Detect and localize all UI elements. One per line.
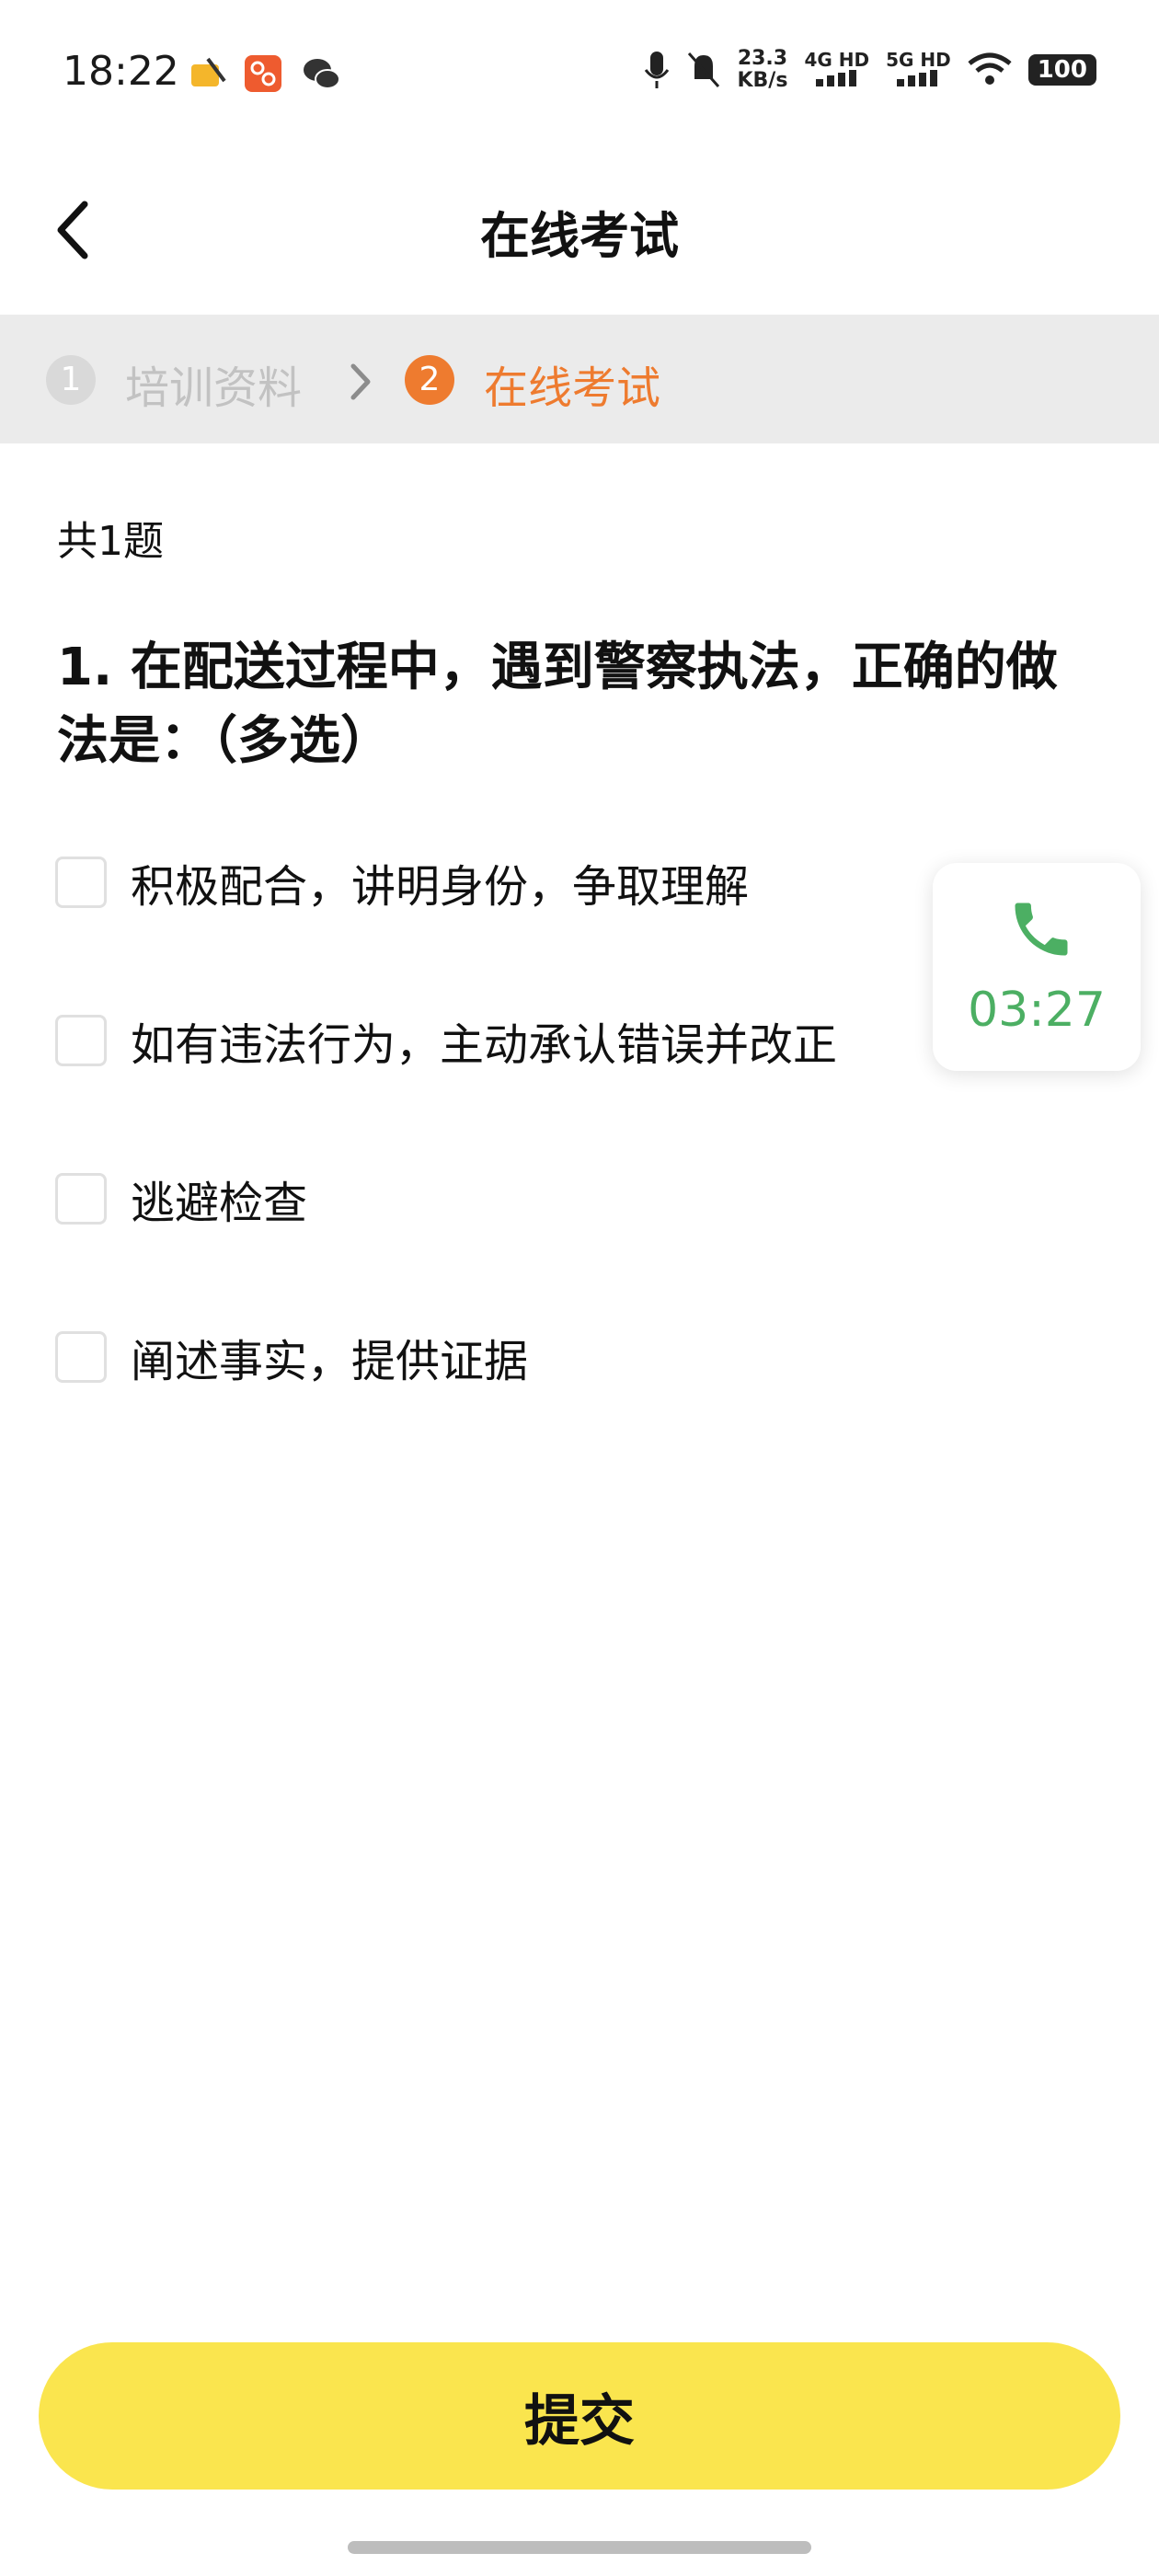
phone-icon	[1015, 903, 1068, 956]
status-bar: 18:22 23.3 KB/s 4G HD 5G HD 100	[0, 0, 1159, 147]
option-label: 逃避检查	[131, 1178, 308, 1229]
step2-number: 2	[405, 355, 454, 405]
checkbox[interactable]	[55, 1331, 107, 1383]
question-count: 共1题	[57, 518, 164, 565]
step-online-exam: 在线考试	[484, 362, 661, 414]
microphone-icon	[645, 52, 670, 88]
option-label: 阐述事实，提供证据	[131, 1336, 529, 1387]
battery-indicator: 100	[1027, 54, 1096, 86]
home-indicator[interactable]	[348, 2541, 811, 2554]
option-1[interactable]: 积极配合，讲明身份，争取理解	[55, 850, 749, 914]
option-2[interactable]: 如有违法行为，主动承认错误并改正	[55, 1008, 837, 1073]
checkbox[interactable]	[55, 1173, 107, 1225]
step-training-materials[interactable]: 培训资料	[125, 351, 302, 416]
page-title: 在线考试	[480, 207, 679, 265]
app-notification-icon	[245, 55, 281, 92]
signal-5g: 5G HD	[886, 50, 951, 90]
checkbox[interactable]	[55, 1015, 107, 1066]
option-3[interactable]: 逃避检查	[55, 1167, 307, 1231]
step1-number: 1	[46, 355, 96, 405]
signal-4g: 4G HD	[804, 50, 869, 90]
checkbox[interactable]	[55, 857, 107, 908]
option-label: 积极配合，讲明身份，争取理解	[131, 861, 750, 913]
floating-call-widget[interactable]: 03:27	[933, 863, 1141, 1071]
call-duration: 03:27	[968, 983, 1106, 1038]
progress-steps: 1 培训资料 2 在线考试	[0, 315, 1159, 443]
network-speed: 23.3 KB/s	[737, 47, 788, 92]
mute-bell-icon	[688, 52, 720, 87]
submit-button[interactable]: 提交	[39, 2342, 1120, 2490]
wechat-icon	[304, 59, 340, 89]
option-label: 如有违法行为，主动承认错误并改正	[131, 1019, 838, 1071]
wifi-icon	[968, 52, 1012, 85]
option-4[interactable]: 阐述事实，提供证据	[55, 1325, 528, 1389]
nav-bar: 在线考试	[0, 147, 1159, 313]
chevron-right-icon	[350, 363, 371, 400]
signal-bars-icon	[815, 70, 856, 86]
question-text: 1. 在配送过程中，遇到警察执法，正确的做法是：（多选）	[57, 638, 1058, 771]
notification-app-icon	[191, 57, 226, 86]
status-time: 18:22	[63, 48, 179, 95]
signal-bars-icon	[897, 70, 938, 86]
status-indicators: 23.3 KB/s 4G HD 5G HD 100	[643, 48, 1096, 92]
